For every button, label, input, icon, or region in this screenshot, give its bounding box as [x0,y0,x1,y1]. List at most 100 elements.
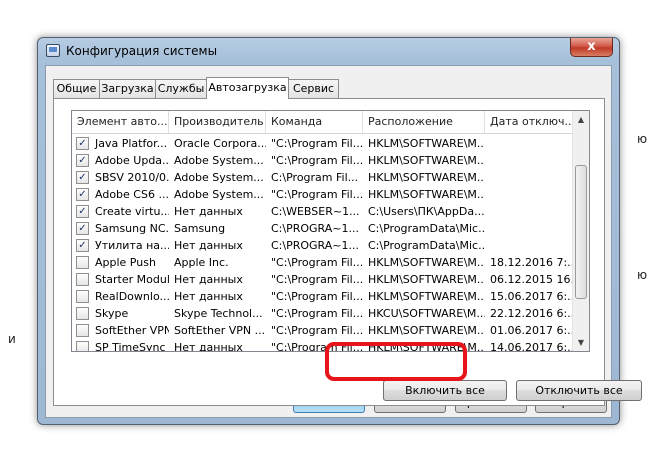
cell-manufacturer: Adobe System... [174,154,264,167]
cell-command: "C:\Program Fil... [271,188,363,201]
cell-disable-date [485,169,574,186]
tab-general[interactable]: Общие [53,79,100,98]
cell-item: Adobe CS6 ... [95,188,169,201]
cell-command: "C:\Program Fil... [271,290,363,303]
enable-all-highlight-annotation [325,342,467,381]
startup-item-checkbox[interactable]: ✓ [76,171,89,184]
cell-disable-date [485,237,574,254]
cell-command: "C:\Program Fil... [271,324,363,337]
cell-command: "C:\Program Fil... [271,307,363,320]
startup-item-checkbox[interactable]: ✓ [76,222,89,235]
cell-disable-date: 14.06.2017 6:... [490,341,574,352]
cell-manufacturer: Apple Inc. [174,256,229,269]
cell-disable-date: 22.12.2016 6:... [490,307,574,320]
cell-location: HKLM\SOFTWARE\M... [368,273,485,286]
startup-item-checkbox[interactable] [76,307,89,320]
table-row[interactable]: RealDownlo... Нет данных "C:\Program Fil..… [72,288,574,305]
cell-location: HKLM\SOFTWARE\M... [368,256,485,269]
cell-disable-date [485,220,574,237]
table-row[interactable]: ✓ Adobe Upda... Adobe System... "C:\Program… [72,152,574,169]
scroll-down-arrow-icon[interactable]: ▼ [573,334,589,351]
cell-disable-date [485,135,574,152]
cell-item: SBSV 2010/0... [95,171,169,184]
cell-command: "C:\Program Fil... [271,256,363,269]
background-text-right-2: ю [637,268,648,282]
cell-item: Adobe Upda... [95,154,169,167]
startup-item-checkbox[interactable] [76,324,89,337]
list-rows: ✓ Java Platfor... Oracle Corpora... "C:\Pro… [72,135,574,352]
cell-manufacturer: Нет данных [174,205,243,218]
close-button[interactable]: x [570,38,613,57]
enable-all-button[interactable]: Включить все [383,380,507,401]
disable-all-button[interactable]: Отключить все [516,380,642,401]
startup-item-checkbox[interactable] [76,256,89,269]
startup-item-checkbox[interactable] [76,341,89,351]
cell-location: HKLM\SOFTWARE\M... [368,324,485,337]
cell-disable-date [485,203,574,220]
table-row[interactable]: ✓ Adobe CS6 ... Adobe System... "C:\Program… [72,186,574,203]
cell-command: C:\Program Fil... [271,171,359,184]
tab-boot[interactable]: Загрузка [99,79,156,98]
column-header-manufacturer[interactable]: Производитель [169,111,266,133]
cell-item: Skype [95,307,129,320]
scroll-up-arrow-icon[interactable]: ▲ [573,111,589,128]
cell-manufacturer: Adobe System... [174,188,264,201]
cell-manufacturer: Нет данных [174,290,243,303]
startup-item-checkbox[interactable]: ✓ [76,205,89,218]
startup-item-checkbox[interactable]: ✓ [76,188,89,201]
cell-item: Apple Push [95,256,156,269]
cell-manufacturer: Нет данных [174,239,243,252]
cell-manufacturer: Нет данных [174,341,243,352]
table-row[interactable]: SP TimeSync Нет данных "C:\Program Fil... H… [72,339,574,352]
cell-item: SP TimeSync [95,341,166,352]
cell-item: Java Platfor... [95,137,168,150]
tab-startup[interactable]: Автозагрузка [206,77,289,99]
cell-location: C:\ProgramData\Mic... [368,239,485,252]
scrollbar-thumb[interactable] [575,165,587,299]
cell-command: "C:\Program Fil... [271,273,363,286]
cell-command: C:\WEBSER~1... [271,205,360,218]
title-bar[interactable]: Конфигурация системы x [38,38,619,65]
cell-location: HKLM\SOFTWARE\M... [368,154,485,167]
cell-command: "C:\Program Fil... [271,137,363,150]
table-row[interactable]: Starter Module Нет данных "C:\Program Fil.… [72,271,574,288]
table-row[interactable]: SoftEther VPN SoftEther VPN ... "C:\Progra… [72,322,574,339]
cell-location: C:\ProgramData\Mic... [368,222,485,235]
cell-manufacturer: Skype Technol... [174,307,263,320]
cell-location: C:\Users\ПК\AppDa... [368,205,485,218]
table-row[interactable]: ✓ Samsung NC... Samsung C:\PROGRA~1... C:\Pr… [72,220,574,237]
table-row[interactable]: Skype Skype Technol... "C:\Program Fil... H… [72,305,574,322]
table-row[interactable]: ✓ Create virtu... Нет данных C:\WEBSER~1...… [72,203,574,220]
cell-item: SoftEther VPN [95,324,169,337]
column-header-item[interactable]: Элемент авто... [72,111,169,133]
cell-item: Starter Module [95,273,169,286]
cell-disable-date [485,152,574,169]
vertical-scrollbar[interactable]: ▲ ▼ [572,111,589,351]
table-row[interactable]: Apple Push Apple Inc. "C:\Program Fil... HK… [72,254,574,271]
cell-location: HKLM\SOFTWARE\M... [368,137,485,150]
table-row[interactable]: ✓ Java Platfor... Oracle Corpora... "C:\Pro… [72,135,574,152]
tab-services[interactable]: Службы [155,79,207,98]
cell-manufacturer: Samsung [174,222,226,235]
column-header-command[interactable]: Команда [266,111,363,133]
startup-items-list[interactable]: Элемент авто... Производитель Команда Ра… [71,110,590,352]
cell-location: HKLM\SOFTWARE\M... [368,171,485,184]
cell-location: HKLM\SOFTWARE\M... [368,188,485,201]
column-header-location[interactable]: Расположение [363,111,485,133]
startup-item-checkbox[interactable]: ✓ [76,154,89,167]
background-text-right: ю [637,132,648,146]
cell-command: "C:\Program Fil... [271,154,363,167]
cell-manufacturer: SoftEther VPN ... [174,324,266,337]
column-header-disable-date[interactable]: Дата отключ... [485,111,574,133]
tab-tools[interactable]: Сервис [288,79,339,98]
startup-item-checkbox[interactable] [76,290,89,303]
table-row[interactable]: ✓ SBSV 2010/0... Adobe System... C:\Program… [72,169,574,186]
cell-manufacturer: Adobe System... [174,171,264,184]
cell-command: C:\PROGRA~1... [271,222,359,235]
startup-item-checkbox[interactable]: ✓ [76,137,89,150]
startup-item-checkbox[interactable] [76,273,89,286]
cell-item: Create virtu... [95,205,169,218]
startup-item-checkbox[interactable]: ✓ [76,239,89,252]
table-row[interactable]: ✓ Утилита на... Нет данных C:\PROGRA~1... C:… [72,237,574,254]
cell-item: Samsung NC... [95,222,169,235]
